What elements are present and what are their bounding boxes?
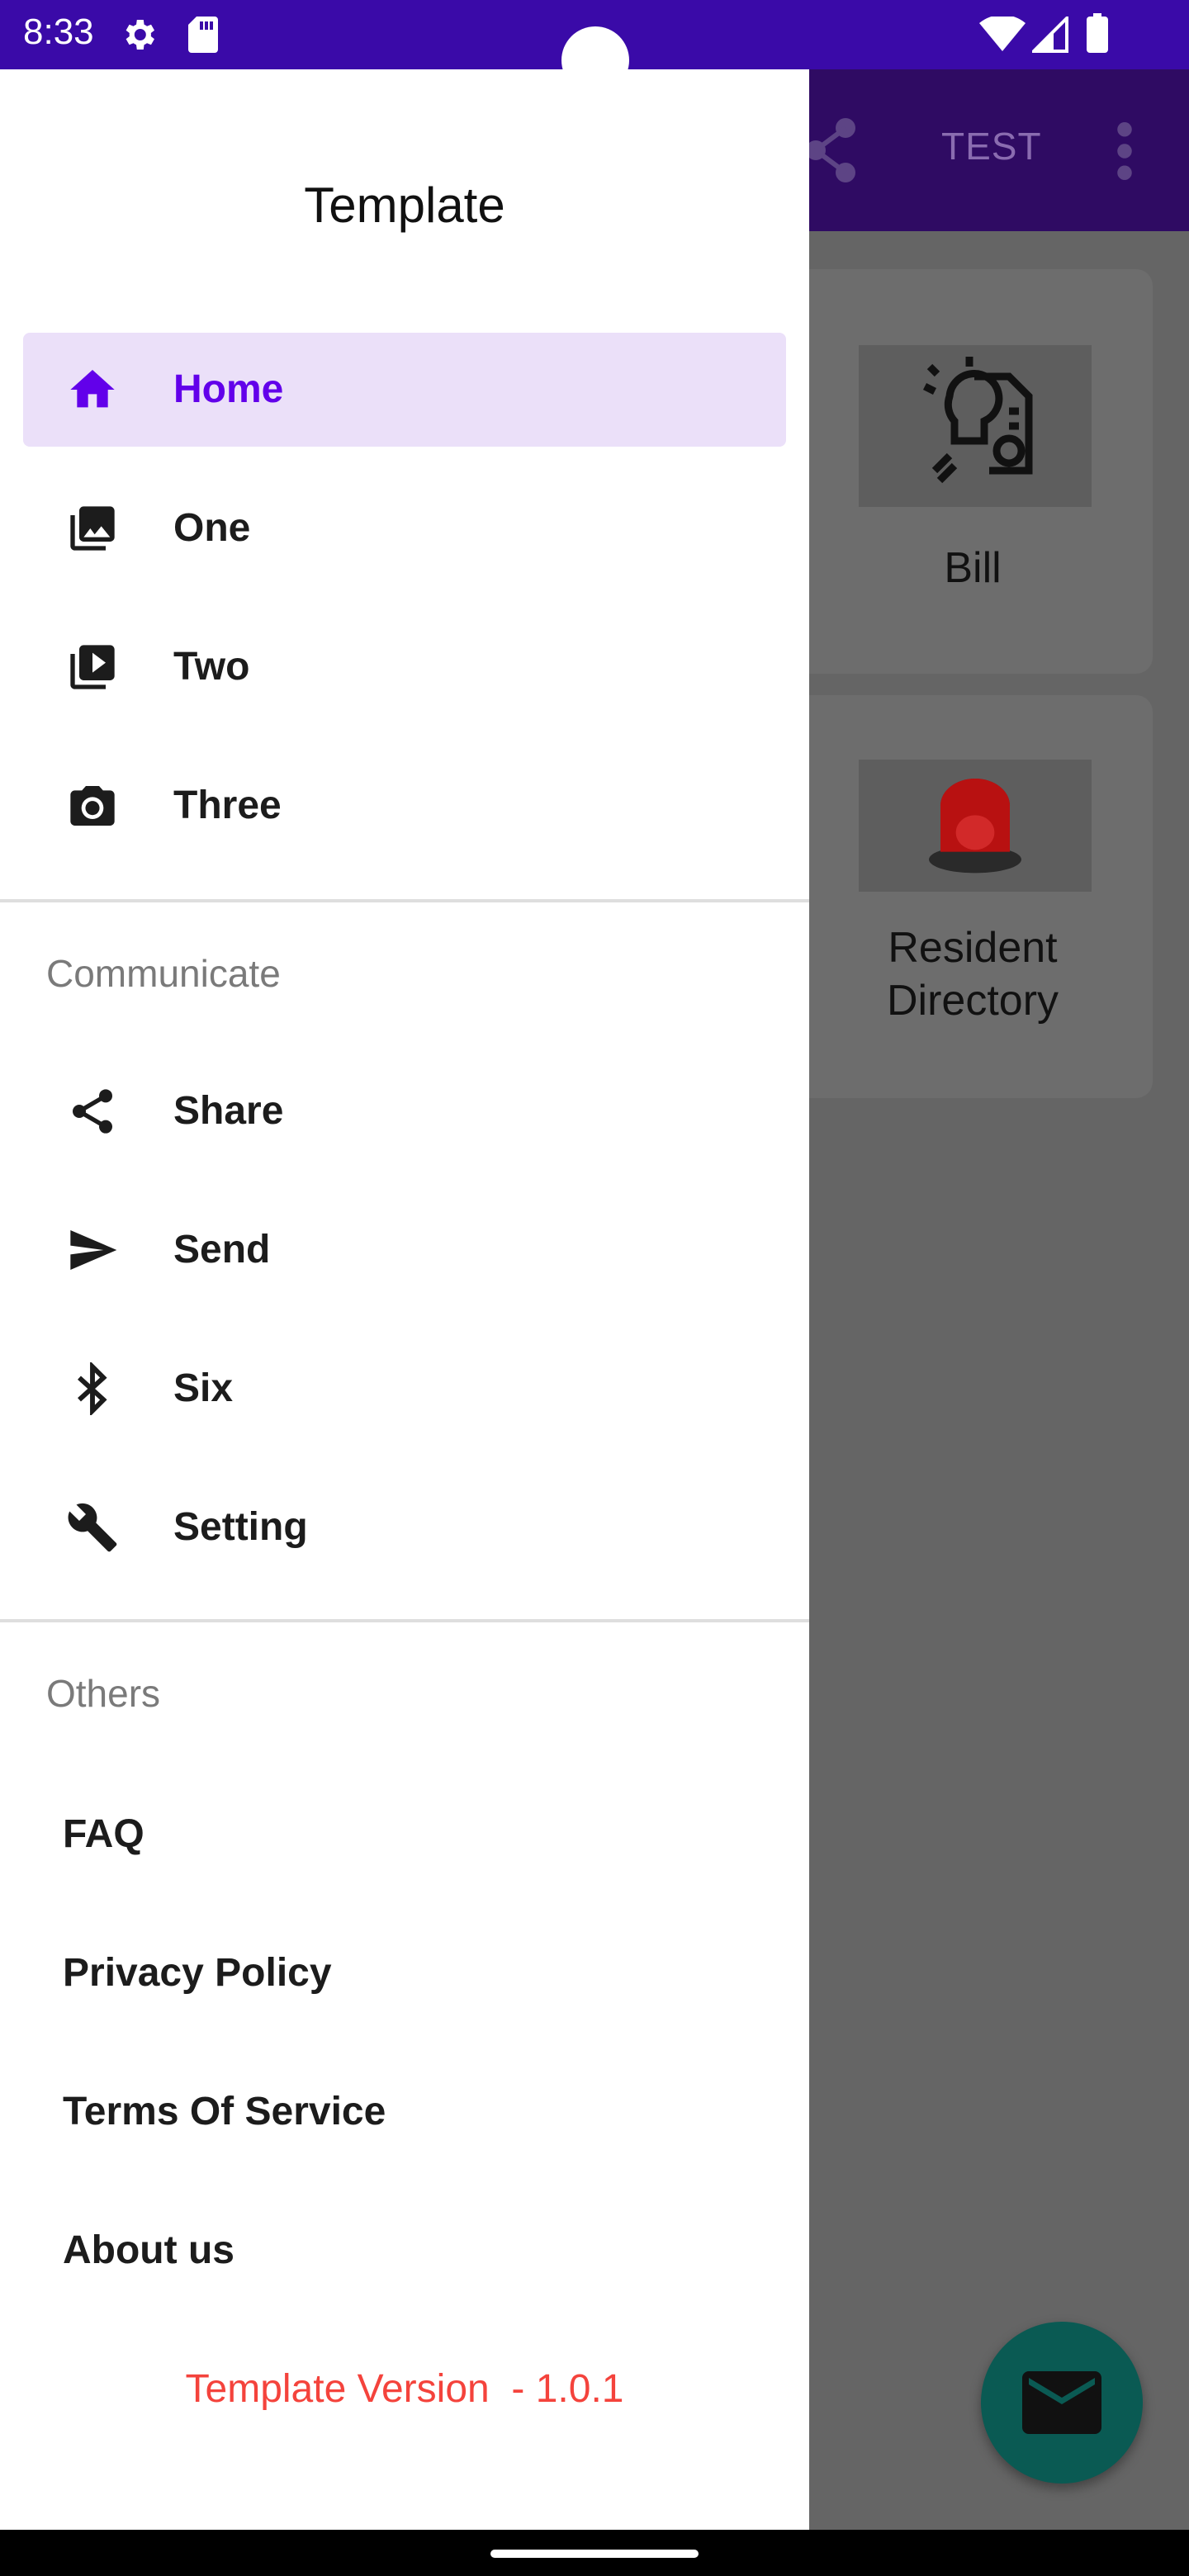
send-icon: [70, 1230, 117, 1270]
resident-label-line1: Resident: [888, 924, 1058, 972]
drawer-item-six[interactable]: Six: [23, 1332, 786, 1446]
divider: [0, 899, 809, 902]
red-siren-icon: [859, 760, 1092, 892]
mail-fab[interactable]: [981, 2322, 1143, 2484]
drawer-item-privacy-policy[interactable]: Privacy Policy: [63, 1950, 332, 1996]
bill-label: Bill: [944, 544, 1002, 592]
drawer-item-send[interactable]: Send: [23, 1193, 786, 1307]
sd-card-icon: [188, 17, 218, 53]
drawer-item-setting[interactable]: Setting: [23, 1470, 786, 1584]
drawer-item-label: Two: [173, 645, 250, 689]
more-vert-icon[interactable]: [1115, 122, 1135, 180]
drawer-item-three[interactable]: Three: [23, 749, 786, 863]
section-header-communicate: Communicate: [46, 952, 281, 995]
drawer-item-faq[interactable]: FAQ: [63, 1811, 144, 1857]
photo-library-icon: [70, 506, 115, 551]
drawer-item-label: Six: [173, 1366, 234, 1410]
drawer-title: Template: [304, 178, 505, 233]
drawer-item-label: Setting: [173, 1505, 308, 1549]
resident-label-line2: Directory: [886, 977, 1059, 1025]
drawer-item-two[interactable]: Two: [23, 610, 786, 724]
mail-icon: [1022, 2371, 1101, 2434]
wrench-icon: [68, 1503, 117, 1552]
drawer-item-home[interactable]: Home: [23, 333, 786, 447]
battery-icon: [1087, 13, 1108, 53]
video-library-icon: [70, 645, 115, 689]
bluetooth-icon: [78, 1362, 107, 1415]
drawer-item-label: Share: [173, 1089, 284, 1133]
status-time: 8:33: [23, 12, 94, 52]
drawer-item-label: One: [173, 506, 251, 550]
navigation-drawer: Template Home One Two Three Communicate …: [0, 69, 809, 2530]
drawer-item-terms-of-service[interactable]: Terms Of Service: [63, 2089, 386, 2134]
share-icon: [73, 1089, 112, 1134]
gesture-handle[interactable]: [490, 2550, 699, 2558]
test-action[interactable]: TEST: [941, 124, 1042, 168]
drawer-item-share[interactable]: Share: [23, 1054, 786, 1168]
home-icon: [70, 370, 115, 408]
drawer-item-label: Three: [173, 784, 282, 827]
divider: [0, 1619, 809, 1622]
drawer-item-one[interactable]: One: [23, 471, 786, 585]
bill-card[interactable]: Bill: [793, 269, 1153, 674]
section-header-others: Others: [46, 1672, 161, 1715]
wifi-icon: [979, 17, 1026, 51]
bulb-bill-icon: [859, 345, 1092, 507]
camera-icon: [70, 786, 115, 826]
resident-directory-card[interactable]: Resident Directory: [793, 695, 1153, 1098]
drawer-item-label: Send: [173, 1228, 271, 1271]
drawer-item-about-us[interactable]: About us: [63, 2228, 234, 2273]
drawer-item-label: Home: [173, 367, 284, 411]
share-icon[interactable]: [801, 116, 860, 185]
signal-icon: [1032, 17, 1068, 53]
gear-icon: [126, 20, 154, 50]
version-text: Template Version - 1.0.1: [185, 2367, 624, 2411]
